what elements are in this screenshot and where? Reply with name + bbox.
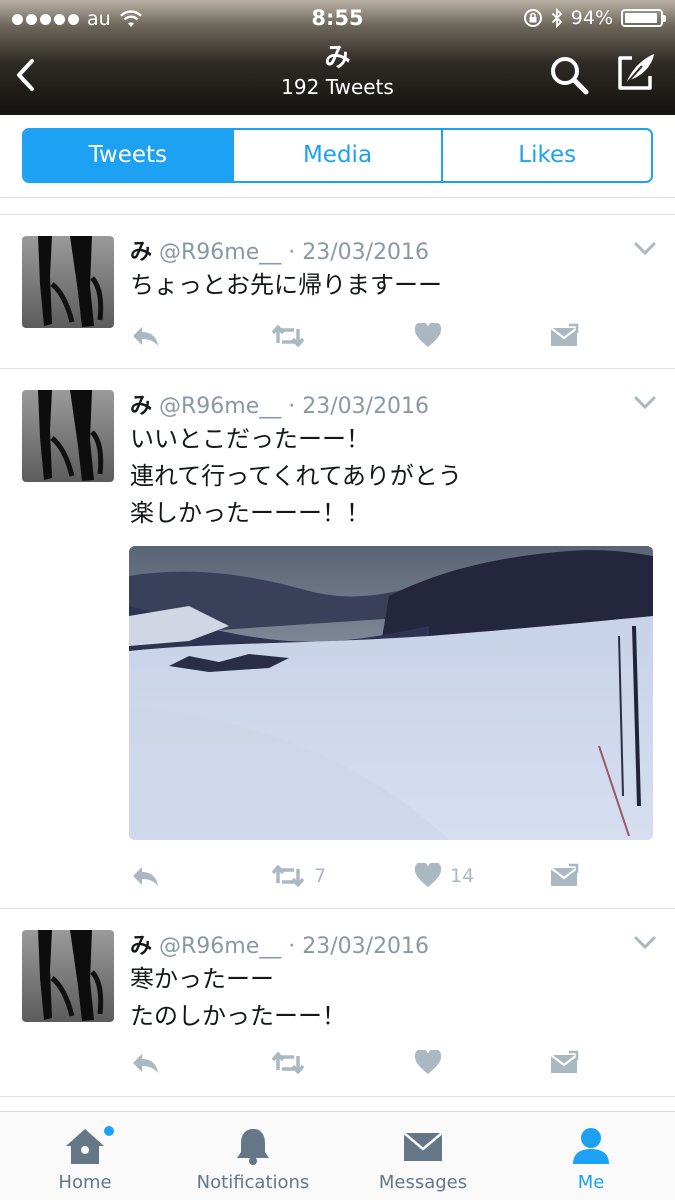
reply-icon [133,867,158,886]
reply-button[interactable] [130,1048,160,1078]
bell-icon [237,1129,269,1165]
tab-notifications[interactable]: Notifications [168,1112,338,1200]
compose-button[interactable] [612,50,658,96]
reply-button[interactable] [130,321,160,351]
tweet-header: み @R96me__ · 23/03/2016 [130,234,429,266]
tweet-text: 寒かったーー たのしかったーー！ [130,965,346,1030]
search-icon [551,57,589,95]
chevron-down-icon[interactable] [633,241,657,257]
tweet-date: · 23/03/2016 [288,394,430,419]
tweet-photo[interactable] [129,546,653,840]
tweet-author-name[interactable]: み [130,240,152,265]
reply-button[interactable] [130,861,160,891]
person-icon [573,1128,609,1164]
tweet-actions: 7 14 [0,861,675,891]
tweet-text: ちょっとお先に帰りますーー [130,271,442,299]
reply-icon [133,1054,158,1073]
retweet-icon [271,325,305,347]
reply-icon [133,327,158,346]
chevron-down-icon[interactable] [633,935,657,951]
tweet-actions [0,321,675,351]
retweet-count: 7 [314,865,327,887]
tab-me[interactable]: Me [506,1112,675,1200]
tab-label: Home [58,1172,112,1193]
orientation-lock-icon [523,9,542,27]
tweet-text: いいとこだったーー！ 連れて行ってくれてありがとう 楽しかったーーー！！ [130,425,462,527]
tweet-header: み @R96me__ · 23/03/2016 [130,388,429,420]
direct-message-button[interactable] [549,1048,579,1078]
tab-messages[interactable]: Messages [338,1112,508,1200]
profile-header: au 8:55 94% み 192 Tweets [0,0,675,115]
tab-label: Me [577,1172,605,1193]
profile-tabs: Tweets Media Likes [22,128,653,183]
tweet[interactable]: み @R96me__ · 23/03/2016 いいとこだったーー！ 連れて行っ… [0,369,675,909]
direct-message-button[interactable] [549,861,579,891]
tweet-handle[interactable]: @R96me__ [159,240,281,265]
tweet-date: · 23/03/2016 [288,934,430,959]
envelope-icon [403,1132,443,1161]
retweet-icon [271,865,305,887]
section-divider [0,197,675,215]
tweet-date: · 23/03/2016 [288,240,430,265]
bottom-tab-bar: Home Notifications Messages Me [0,1111,675,1200]
envelope-share-icon [550,863,579,886]
battery-icon [621,9,666,27]
tweet-header: み @R96me__ · 23/03/2016 [130,928,429,960]
retweet-button[interactable] [270,321,314,351]
heart-icon [414,323,442,347]
bluetooth-icon [551,8,563,28]
avatar[interactable] [22,390,114,482]
tweet[interactable]: み @R96me__ · 23/03/2016 ちょっとお先に帰りますーー [0,215,675,369]
retweet-button[interactable]: 7 [270,861,326,891]
like-button[interactable] [414,321,450,351]
tab-label: Messages [378,1172,468,1193]
tab-home[interactable]: Home [0,1112,170,1200]
avatar[interactable] [22,236,114,328]
retweet-button[interactable] [270,1048,314,1078]
tweet-author-name[interactable]: み [130,934,152,959]
heart-icon [414,1050,442,1074]
search-button[interactable] [548,54,590,96]
tab-tweets[interactable]: Tweets [24,130,232,181]
tab-media[interactable]: Media [231,130,442,181]
tweet-handle[interactable]: @R96me__ [159,934,281,959]
home-icon [66,1129,104,1164]
notification-dot [104,1126,114,1136]
heart-icon [414,863,442,887]
tab-label: Notifications [196,1172,310,1193]
envelope-share-icon [550,323,579,346]
battery-percent: 94% [570,7,613,29]
direct-message-button[interactable] [549,321,579,351]
avatar[interactable] [22,930,114,1022]
status-bar: au 8:55 94% [0,0,675,38]
retweet-icon [271,1052,305,1074]
battery-level-fill [625,13,657,23]
compose-icon [618,54,654,90]
tweet-author-name[interactable]: み [130,394,152,419]
tweet-actions [0,1048,675,1078]
envelope-share-icon [550,1050,579,1073]
tab-likes[interactable]: Likes [441,130,651,181]
like-button[interactable] [414,1048,450,1078]
twitter-profile-screen: au 8:55 94% み 192 Tweets Tweets Media Li… [0,0,675,1200]
tweet[interactable]: み @R96me__ · 23/03/2016 寒かったーー たのしかったーー！ [0,909,675,1097]
chevron-down-icon[interactable] [633,395,657,411]
like-button[interactable]: 14 [414,861,474,891]
tweet-handle[interactable]: @R96me__ [159,394,281,419]
like-count: 14 [450,865,475,887]
